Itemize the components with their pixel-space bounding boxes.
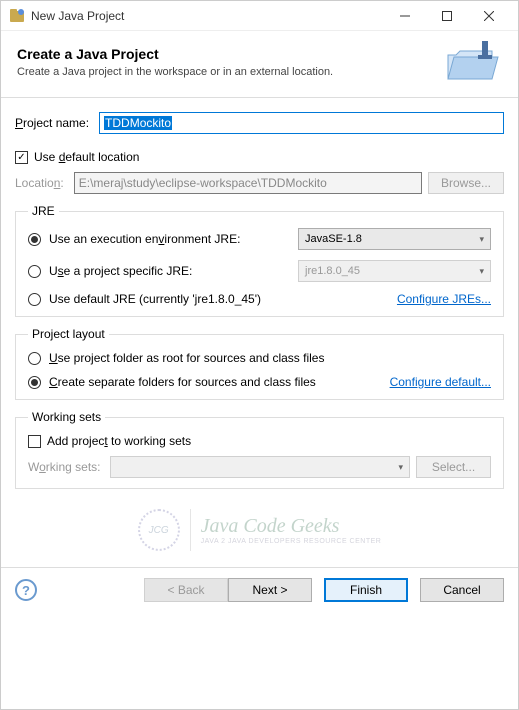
next-button[interactable]: Next > — [228, 578, 312, 602]
watermark-subtitle: JAVA 2 JAVA DEVELOPERS RESOURCE CENTER — [201, 538, 382, 545]
watermark-title: Java Code Geeks — [201, 515, 382, 538]
project-name-label: Project name: — [15, 116, 89, 130]
page-subtitle: Create a Java project in the workspace o… — [17, 66, 444, 78]
project-layout-group: Project layout Use project folder as roo… — [15, 327, 504, 400]
app-icon — [9, 8, 25, 24]
jre-exec-env-label: Use an execution environment JRE: — [49, 232, 240, 246]
jre-specific-label: Use a project specific JRE: — [49, 264, 192, 278]
wizard-icon — [444, 41, 502, 83]
minimize-button[interactable] — [384, 2, 426, 30]
watermark: JCG Java Code Geeks JAVA 2 JAVA DEVELOPE… — [15, 509, 504, 551]
jre-group: JRE Use an execution environment JRE: Ja… — [15, 204, 504, 317]
back-button: < Back — [144, 578, 228, 602]
configure-default-link[interactable]: Configure default... — [390, 375, 491, 389]
watermark-badge: JCG — [138, 509, 180, 551]
layout-separate-radio[interactable] — [28, 376, 41, 389]
add-to-working-sets-checkbox[interactable] — [28, 435, 41, 448]
layout-root-radio[interactable] — [28, 352, 41, 365]
project-name-input[interactable]: TDDMockito — [99, 112, 504, 134]
working-sets-label: Working sets: — [28, 460, 100, 474]
page-title: Create a Java Project — [17, 46, 444, 62]
layout-root-label: Use project folder as root for sources a… — [49, 351, 324, 365]
project-layout-legend: Project layout — [28, 327, 109, 341]
close-button[interactable] — [468, 2, 510, 30]
select-working-sets-button: Select... — [416, 456, 491, 478]
layout-separate-label: Create separate folders for sources and … — [49, 375, 316, 389]
use-default-location-checkbox[interactable]: ✓ — [15, 151, 28, 164]
finish-button[interactable]: Finish — [324, 578, 408, 602]
jre-legend: JRE — [28, 204, 59, 218]
cancel-button[interactable]: Cancel — [420, 578, 504, 602]
dialog-footer: ? < Back Next > Finish Cancel — [1, 567, 518, 612]
jre-exec-env-select[interactable]: JavaSE-1.8 ▾ — [298, 228, 491, 250]
jre-default-label: Use default JRE (currently 'jre1.8.0_45'… — [49, 292, 261, 306]
working-sets-group: Working sets Add project to working sets… — [15, 410, 504, 489]
configure-jres-link[interactable]: Configure JREs... — [397, 292, 491, 306]
project-name-row: Project name: TDDMockito — [15, 112, 504, 134]
browse-button: Browse... — [428, 172, 504, 194]
jre-specific-select: jre1.8.0_45 ▾ — [298, 260, 491, 282]
location-row: Location: Browse... — [15, 172, 504, 194]
dialog-header: Create a Java Project Create a Java proj… — [1, 31, 518, 98]
chevron-down-icon: ▾ — [398, 462, 403, 473]
use-default-location-row: ✓ Use default location — [15, 150, 504, 164]
window-title: New Java Project — [31, 9, 384, 23]
maximize-button[interactable] — [426, 2, 468, 30]
chevron-down-icon: ▾ — [479, 266, 484, 277]
location-label: Location: — [15, 176, 64, 190]
working-sets-select: ▾ — [110, 456, 410, 478]
use-default-location-label: Use default location — [34, 150, 139, 164]
jre-default-radio[interactable] — [28, 293, 41, 306]
titlebar: New Java Project — [1, 1, 518, 31]
jre-specific-radio[interactable] — [28, 265, 41, 278]
working-sets-legend: Working sets — [28, 410, 105, 424]
add-to-working-sets-label: Add project to working sets — [47, 434, 191, 448]
help-button[interactable]: ? — [15, 579, 37, 601]
location-input — [74, 172, 422, 194]
jre-exec-env-radio[interactable] — [28, 233, 41, 246]
chevron-down-icon: ▾ — [479, 234, 484, 245]
